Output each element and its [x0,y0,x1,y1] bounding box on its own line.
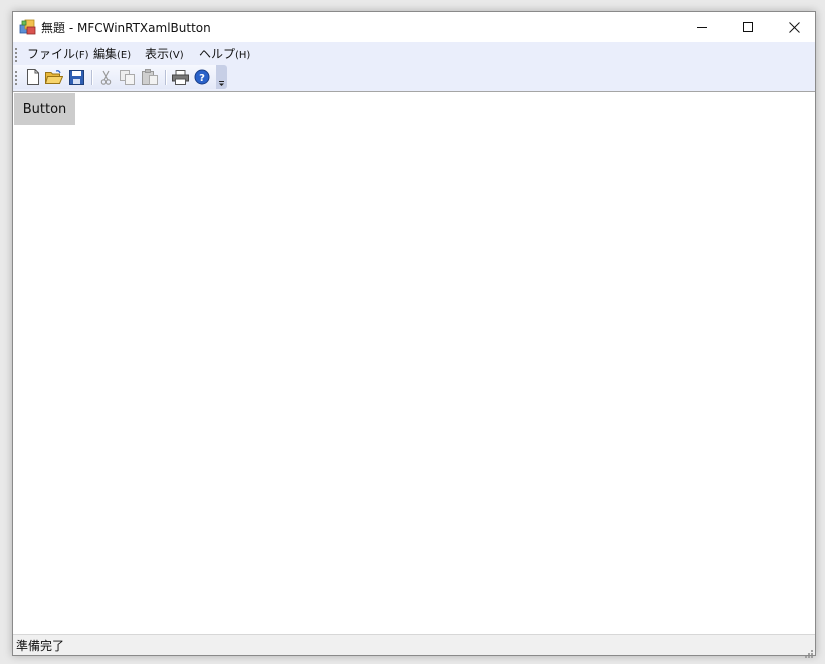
help-button[interactable]: ? [193,68,211,86]
menu-bar: ファイル(F) 編集(E) 表示(V) ヘルプ(H) [13,42,815,64]
menu-help-accel: (H) [235,50,251,61]
maximize-icon [743,22,753,32]
menu-help[interactable]: ヘルプ(H) [199,45,250,62]
menu-file[interactable]: ファイル(F) [27,45,89,62]
paste-icon [141,69,158,85]
toolbar-grip-icon[interactable] [15,69,18,85]
title-bar[interactable]: 無題 - MFCWinRTXamlButton [13,12,815,42]
chevron-down-icon [219,81,224,86]
toolbar-separator [165,70,167,85]
menu-view-accel: (V) [169,50,184,61]
toolbar-overflow-button[interactable] [216,65,227,89]
paste-button[interactable] [141,68,159,86]
save-button[interactable] [67,68,85,86]
menubar-grip-icon[interactable] [15,46,18,62]
app-window: 無題 - MFCWinRTXamlButton ファイル(F) 編集(E) 表示… [12,11,816,658]
client-area: Button [13,92,815,635]
minimize-button[interactable] [679,12,725,42]
menu-edit-accel: (E) [117,50,132,61]
new-file-button[interactable] [24,68,42,86]
menu-view[interactable]: 表示(V) [145,45,184,62]
xaml-button[interactable]: Button [14,93,75,125]
window-title: 無題 - MFCWinRTXamlButton [41,21,211,35]
minimize-icon [697,27,707,28]
toolbar-row: ? [13,64,815,92]
save-icon [68,69,84,85]
menu-file-label: ファイル [27,47,76,61]
status-bar: 準備完了 [13,634,815,658]
svg-text:?: ? [199,73,205,84]
menu-file-accel: (F) [75,50,89,61]
print-icon [171,69,189,85]
menu-edit[interactable]: 編集(E) [93,45,131,62]
app-icon[interactable] [19,18,36,35]
resize-grip-icon[interactable] [803,643,813,658]
cut-button[interactable] [97,68,115,86]
close-button[interactable] [771,12,817,42]
status-text: 準備完了 [16,639,65,653]
close-icon [788,21,800,33]
help-icon: ? [194,69,210,85]
menu-edit-label: 編集 [93,47,118,61]
open-folder-icon [45,69,63,84]
cut-icon [100,70,112,85]
toolbar: ? [13,65,225,89]
copy-button[interactable] [119,68,137,86]
menu-view-label: 表示 [145,47,170,61]
toolbar-separator [91,70,93,85]
open-button[interactable] [45,68,63,86]
print-button[interactable] [171,68,189,86]
menu-help-label: ヘルプ [199,47,236,61]
new-file-icon [27,69,39,85]
copy-icon [120,69,135,85]
maximize-button[interactable] [725,12,771,42]
